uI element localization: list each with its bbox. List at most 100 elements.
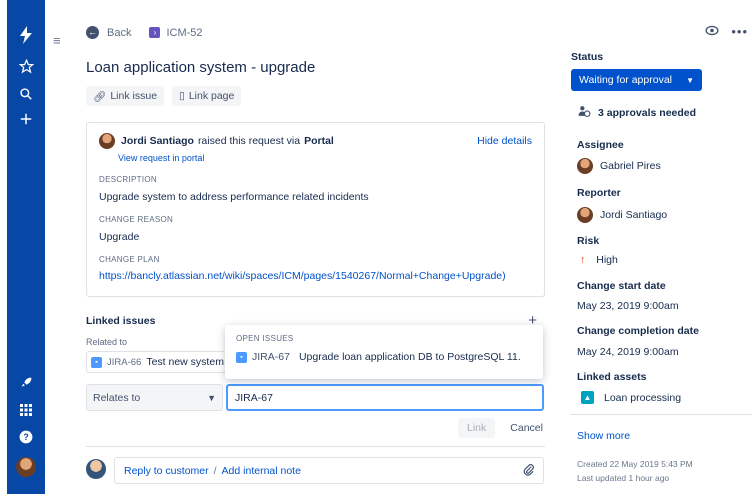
issue-actions: 🔗︎ Link issue ▯ Link page bbox=[86, 86, 242, 106]
relation-type-value: Relates to bbox=[93, 391, 141, 404]
page-icon: ▯ bbox=[179, 90, 185, 102]
change-reason-value: Upgrade bbox=[99, 231, 140, 243]
risk-text: High bbox=[596, 254, 618, 266]
change-completion-label: Change completion date bbox=[577, 325, 699, 337]
help-icon[interactable]: ? bbox=[7, 430, 45, 447]
change-plan-label: CHANGE PLAN bbox=[99, 255, 160, 264]
link-page-label: Link page bbox=[188, 90, 235, 102]
sidebar-top-actions: ••• bbox=[705, 24, 748, 39]
attachment-icon[interactable] bbox=[523, 463, 534, 479]
linked-issues-title: Linked issues bbox=[86, 315, 156, 327]
approvers-icon bbox=[578, 105, 591, 121]
link-button[interactable]: Link bbox=[458, 418, 496, 438]
page-title[interactable]: Loan application system - upgrade bbox=[86, 59, 315, 76]
link-issue-button[interactable]: 🔗︎ Link issue bbox=[86, 86, 165, 106]
hide-details-link[interactable]: Hide details bbox=[477, 135, 532, 147]
add-internal-note-link[interactable]: Add internal note bbox=[222, 465, 301, 477]
search-icon[interactable] bbox=[7, 87, 45, 104]
issue-search-input[interactable] bbox=[235, 391, 542, 404]
global-nav: ? bbox=[7, 0, 45, 494]
raised-text: raised this request via bbox=[197, 135, 301, 147]
change-plan-link[interactable]: https://bancly.atlassian.net/wiki/spaces… bbox=[99, 270, 532, 282]
issue-suggestions-dropdown: OPEN ISSUES ▪ JIRA-67 Upgrade loan appli… bbox=[225, 325, 543, 379]
asset-icon: ▲ bbox=[581, 391, 594, 404]
linked-asset-item[interactable]: ▲ Loan processing bbox=[581, 391, 681, 404]
change-reason-label: CHANGE REASON bbox=[99, 215, 174, 224]
chevron-down-icon: ▼ bbox=[686, 75, 694, 85]
change-start-label: Change start date bbox=[577, 280, 666, 292]
status-dropdown[interactable]: Waiting for approval ▼ bbox=[571, 69, 702, 91]
comment-box[interactable]: Reply to customer / Add internal note bbox=[114, 457, 544, 484]
issue-sidebar: ••• Status Waiting for approval ▼ 3 appr… bbox=[570, 0, 752, 494]
task-icon: ▪ bbox=[236, 351, 247, 363]
updated-timestamp: Last updated 1 hour ago bbox=[577, 473, 670, 483]
cancel-button[interactable]: Cancel bbox=[501, 418, 552, 438]
arrow-up-icon: ↑ bbox=[580, 254, 586, 266]
approvals-text: 3 approvals needed bbox=[598, 107, 697, 119]
assignee-avatar bbox=[577, 158, 593, 174]
channel-name: Portal bbox=[304, 135, 334, 147]
linked-issue-key: JIRA-66 bbox=[107, 356, 142, 368]
breadcrumb: ← Back › ICM-52 bbox=[86, 26, 203, 39]
related-to-label: Related to bbox=[86, 337, 128, 347]
suggestion-summary: Upgrade loan application DB to PostgreSQ… bbox=[298, 351, 521, 363]
link-page-button[interactable]: ▯ Link page bbox=[172, 86, 242, 106]
status-value: Waiting for approval bbox=[579, 74, 672, 86]
comment-separator: / bbox=[213, 464, 217, 477]
task-icon: ▪ bbox=[91, 356, 102, 368]
reporter-name[interactable]: Jordi Santiago bbox=[121, 135, 194, 147]
approvals-row[interactable]: 3 approvals needed bbox=[578, 105, 696, 121]
link-actions: Link Cancel bbox=[458, 418, 552, 438]
description-label: DESCRIPTION bbox=[99, 175, 157, 184]
link-issue-label: Link issue bbox=[110, 90, 158, 102]
more-actions-icon[interactable]: ••• bbox=[731, 24, 748, 39]
request-origin: Jordi Santiago raised this request via P… bbox=[99, 133, 532, 149]
assignee-value[interactable]: Gabriel Pires bbox=[577, 158, 661, 174]
risk-value[interactable]: ↑ High bbox=[580, 254, 618, 266]
reporter-avatar bbox=[99, 133, 115, 149]
sidebar-divider bbox=[570, 414, 752, 415]
issue-search-input-wrapper bbox=[226, 384, 544, 411]
request-details-card: Jordi Santiago raised this request via P… bbox=[86, 122, 545, 297]
view-request-link[interactable]: View request in portal bbox=[118, 153, 532, 163]
suggestion-key: JIRA-67 bbox=[252, 351, 290, 363]
linked-issue-summary: Test new system bbox=[146, 356, 224, 368]
current-user-avatar bbox=[86, 459, 106, 479]
back-link[interactable]: Back bbox=[107, 27, 131, 39]
issue-key-link[interactable]: ICM-52 bbox=[166, 27, 202, 39]
issue-main: ← Back › ICM-52 Loan application system … bbox=[86, 0, 546, 494]
jira-logo-icon[interactable] bbox=[7, 26, 45, 47]
asset-name: Loan processing bbox=[604, 391, 682, 404]
avatar[interactable] bbox=[7, 457, 45, 480]
back-arrow-icon[interactable]: ← bbox=[86, 26, 99, 39]
reply-to-customer-link[interactable]: Reply to customer bbox=[124, 465, 209, 477]
change-completion-value[interactable]: May 24, 2019 9:00am bbox=[577, 346, 679, 358]
reporter-name: Jordi Santiago bbox=[600, 209, 668, 221]
description-value: Upgrade system to address performance re… bbox=[99, 191, 369, 203]
chevron-down-icon: ▼ bbox=[207, 392, 216, 403]
apps-grid-icon[interactable] bbox=[7, 404, 45, 419]
svg-text:?: ? bbox=[23, 432, 28, 442]
divider bbox=[86, 446, 545, 447]
collapse-handle-icon[interactable]: ≡ bbox=[53, 33, 61, 48]
issue-type-icon: › bbox=[149, 27, 161, 38]
risk-label: Risk bbox=[577, 235, 600, 247]
show-more-link[interactable]: Show more bbox=[577, 430, 630, 442]
linked-issue-item[interactable]: ▪ JIRA-66 Test new system bbox=[86, 351, 226, 373]
reporter-label: Reporter bbox=[577, 187, 621, 199]
reporter-avatar bbox=[577, 207, 593, 223]
open-issues-header: OPEN ISSUES bbox=[236, 334, 294, 343]
change-start-value[interactable]: May 23, 2019 9:00am bbox=[577, 300, 679, 312]
created-timestamp: Created 22 May 2019 5:43 PM bbox=[577, 459, 693, 469]
watch-eye-icon[interactable] bbox=[705, 24, 719, 39]
assignee-name: Gabriel Pires bbox=[600, 160, 661, 172]
link-icon: 🔗︎ bbox=[93, 90, 107, 103]
reporter-value[interactable]: Jordi Santiago bbox=[577, 207, 667, 223]
assignee-label: Assignee bbox=[577, 139, 624, 151]
plus-icon[interactable] bbox=[7, 112, 45, 129]
status-label: Status bbox=[571, 51, 604, 63]
suggestion-item[interactable]: ▪ JIRA-67 Upgrade loan application DB to… bbox=[236, 351, 532, 363]
rocket-icon[interactable] bbox=[7, 376, 45, 392]
star-icon[interactable] bbox=[7, 58, 45, 77]
relation-type-select[interactable]: Relates to ▼ bbox=[86, 384, 223, 411]
